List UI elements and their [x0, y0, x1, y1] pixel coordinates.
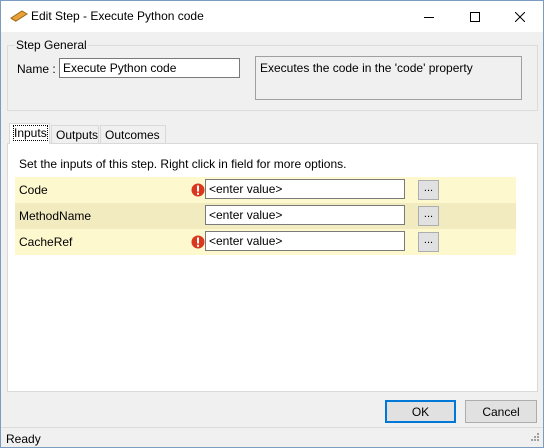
- status-bar: Ready: [1, 427, 543, 447]
- browse-button[interactable]: ...: [418, 232, 439, 252]
- step-general-legend: Step General: [15, 38, 88, 52]
- name-field[interactable]: Execute Python code: [59, 58, 240, 78]
- input-row-name: Code: [19, 183, 48, 197]
- description-field[interactable]: Executes the code in the 'code' property: [255, 56, 522, 100]
- cancel-button[interactable]: Cancel: [465, 400, 537, 423]
- close-icon: [515, 11, 525, 22]
- input-row-code: Code <enter value> ...: [15, 177, 516, 203]
- input-row-methodname: MethodName <enter value> ...: [15, 203, 516, 229]
- inputs-instructions: Set the inputs of this step. Right click…: [19, 157, 347, 171]
- step-icon: [10, 10, 28, 22]
- input-row-name: CacheRef: [19, 235, 73, 249]
- input-row-value[interactable]: <enter value>: [205, 205, 405, 225]
- browse-button[interactable]: ...: [418, 206, 439, 226]
- input-row-name: MethodName: [19, 209, 92, 223]
- ok-button[interactable]: OK: [385, 400, 456, 423]
- input-row-value[interactable]: <enter value>: [205, 179, 405, 199]
- input-row-value[interactable]: <enter value>: [205, 231, 405, 251]
- tab-outcomes[interactable]: Outcomes: [100, 125, 166, 143]
- tab-outputs-label: Outputs: [56, 128, 99, 142]
- input-row-cacheref: CacheRef <enter value> ...: [15, 229, 516, 255]
- warning-icon: [191, 183, 205, 197]
- status-text: Ready: [6, 432, 41, 446]
- tab-outputs[interactable]: Outputs: [51, 125, 99, 143]
- title-bar[interactable]: Edit Step - Execute Python code: [1, 1, 543, 32]
- warning-icon: [191, 235, 205, 249]
- edit-step-dialog: Edit Step - Execute Python code Step Gen…: [0, 0, 544, 448]
- minimize-icon: [424, 12, 434, 22]
- resize-grip-icon[interactable]: [528, 432, 540, 444]
- name-label: Name :: [17, 62, 56, 76]
- tab-inputs-label: Inputs: [13, 125, 48, 141]
- minimize-button[interactable]: [406, 1, 452, 32]
- window-title: Edit Step - Execute Python code: [31, 9, 204, 23]
- maximize-button[interactable]: [452, 1, 498, 32]
- maximize-icon: [470, 11, 480, 22]
- tab-outcomes-label: Outcomes: [105, 128, 160, 142]
- browse-button[interactable]: ...: [418, 180, 439, 200]
- tab-inputs[interactable]: Inputs: [9, 123, 50, 144]
- close-button[interactable]: [497, 1, 543, 32]
